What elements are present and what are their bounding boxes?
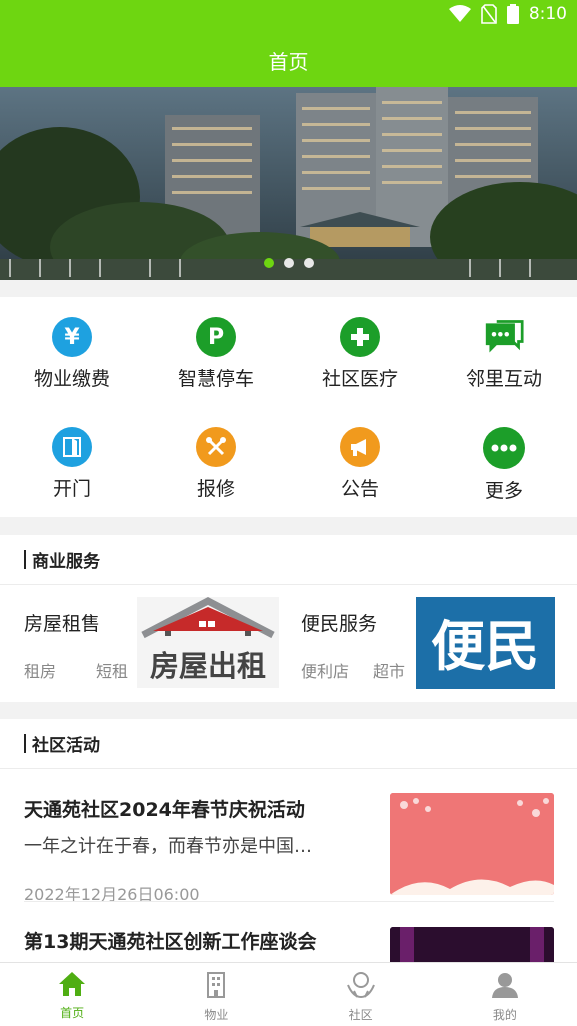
service-repair[interactable]: 报修 — [144, 427, 288, 501]
convenience-tag[interactable]: 超市 — [373, 658, 405, 682]
section-title: 社区活动 — [32, 736, 100, 756]
banner-image — [0, 87, 577, 280]
carousel-dot[interactable] — [283, 258, 294, 268]
status-time: 8:10 — [528, 4, 567, 24]
community-icon — [345, 971, 377, 1003]
service-label: 更多 — [484, 480, 523, 502]
service-notice[interactable]: 公告 — [288, 427, 432, 501]
service-smart-parking[interactable]: P 智慧停车 — [144, 317, 288, 391]
service-label: 社区医疗 — [321, 368, 398, 390]
convenience-title: 便民服务 — [301, 613, 378, 635]
activity-item[interactable]: 天通苑社区2024年春节庆祝活动 一年之计在于春，而春节亦是中国… 2022年1… — [24, 793, 554, 904]
more-icon — [483, 427, 525, 469]
service-more[interactable]: 更多 — [432, 427, 576, 503]
home-icon — [58, 971, 86, 1001]
service-label: 邻里互动 — [465, 368, 542, 390]
service-neighbor[interactable]: 邻里互动 — [432, 317, 576, 391]
activity-thumbnail — [390, 793, 554, 895]
megaphone-icon — [340, 427, 380, 467]
service-label: 智慧停车 — [177, 368, 254, 390]
tab-home[interactable]: 首页 — [0, 963, 144, 1026]
convenience-image[interactable]: 便民 — [416, 597, 555, 689]
activity-summary: 一年之计在于春，而春节亦是中国… — [24, 836, 312, 857]
tab-mine[interactable]: 我的 — [433, 963, 577, 1026]
section-title: 商业服务 — [32, 552, 100, 572]
service-medical[interactable]: 社区医疗 — [288, 317, 432, 391]
service-label: 物业缴费 — [33, 368, 110, 390]
service-open-door[interactable]: 开门 — [0, 427, 144, 501]
rental-tag[interactable]: 短租 — [96, 658, 128, 682]
title-bar: 首页 — [0, 33, 577, 87]
svg-text:房屋出租: 房屋出租 — [150, 649, 266, 683]
activity-thumbnail — [390, 927, 554, 962]
wifi-icon — [448, 5, 471, 23]
activity-section: 社区活动 天通苑社区2024年春节庆祝活动 一年之计在于春，而春节亦是中国… 2… — [0, 719, 577, 962]
business-section: 商业服务 房屋租售 租房 短租 房屋出租 便民服务 便利店 超市 便民 — [0, 535, 577, 702]
yen-icon: ¥ — [52, 317, 92, 357]
carousel-indicator — [0, 258, 577, 268]
carousel-dot[interactable] — [263, 258, 274, 268]
service-property-fee[interactable]: ¥ 物业缴费 — [0, 317, 144, 391]
status-bar: 8:10 — [0, 0, 577, 33]
bottom-tab-bar: 首页 物业 社区 我的 — [0, 962, 577, 1026]
service-label: 公告 — [340, 478, 379, 500]
door-icon — [52, 427, 92, 467]
rental-title: 房屋租售 — [24, 613, 101, 635]
parking-icon: P — [196, 317, 236, 357]
convenience-tag[interactable]: 便利店 — [301, 658, 349, 682]
rental-tag[interactable]: 租房 — [24, 658, 56, 682]
medical-cross-icon — [340, 317, 380, 357]
service-label: 开门 — [52, 478, 91, 500]
building-icon — [204, 971, 228, 1003]
no-sim-icon — [481, 4, 497, 24]
banner-carousel[interactable] — [0, 87, 577, 280]
activity-item[interactable]: 第13期天通苑社区创新工作座谈会 — [24, 927, 554, 962]
svg-text:便民: 便民 — [431, 615, 539, 678]
section-header: 商业服务 — [0, 535, 577, 585]
chat-icon — [484, 317, 524, 357]
service-label: 报修 — [196, 478, 235, 500]
battery-icon — [506, 4, 519, 24]
carousel-dot[interactable] — [303, 258, 314, 268]
user-icon — [491, 971, 519, 1003]
tab-property[interactable]: 物业 — [144, 963, 288, 1026]
tab-community[interactable]: 社区 — [289, 963, 433, 1026]
divider — [24, 901, 554, 902]
repair-icon — [196, 427, 236, 467]
page-title: 首页 — [268, 49, 309, 74]
service-grid: ¥ 物业缴费 P 智慧停车 社区医疗 邻里互动 开门 报修 公告 更多 — [0, 297, 577, 517]
rental-image[interactable]: 房屋出租 — [137, 597, 279, 688]
section-header: 社区活动 — [0, 719, 577, 769]
